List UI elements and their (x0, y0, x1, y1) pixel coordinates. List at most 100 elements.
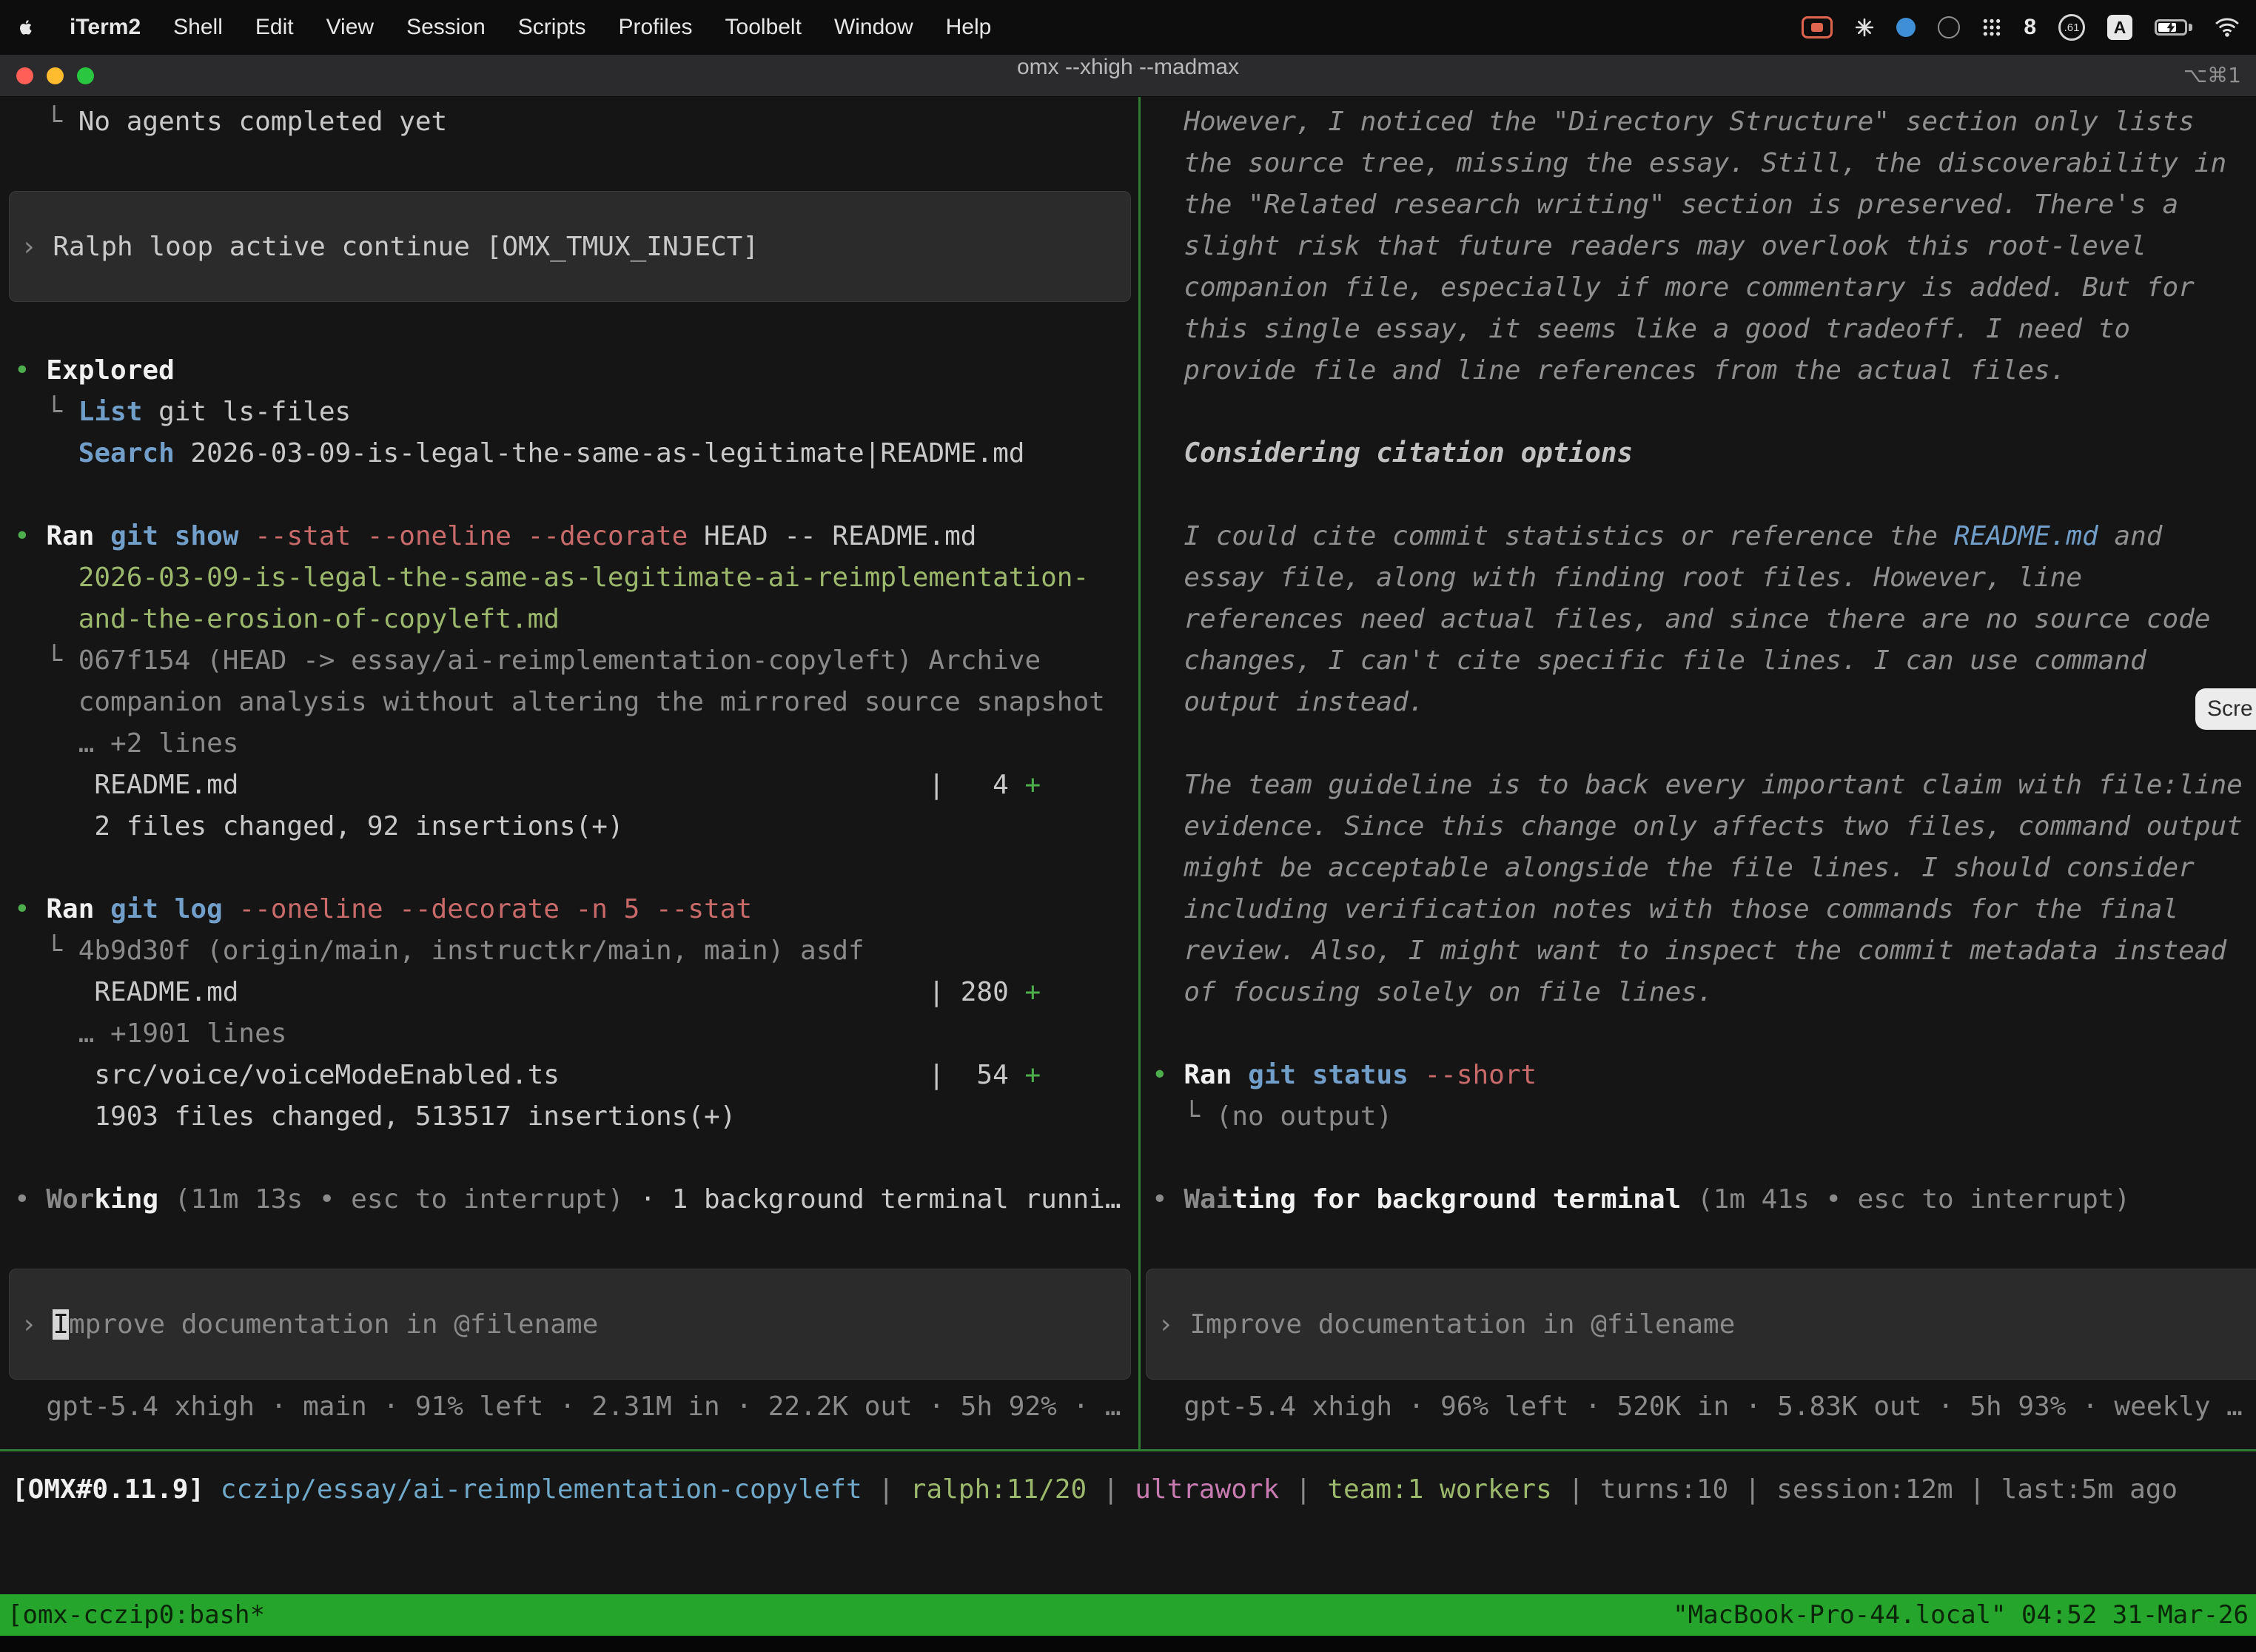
terminal-line: the source tree, missing the essay. Stil… (1152, 143, 2256, 184)
wifi-icon[interactable] (2215, 11, 2240, 44)
terminal-line: references need actual files, and since … (1152, 599, 2256, 640)
terminal-line: • Ran git status --short (1152, 1055, 2256, 1096)
terminal-line: • Ran git show --stat --oneline --decora… (14, 516, 1138, 557)
terminal-line: • Ran git log --oneline --decorate -n 5 … (14, 889, 1138, 930)
traffic-lights (16, 67, 94, 84)
terminal-line: src/voice/voiceModeEnabled.ts | 54 + (14, 1055, 1138, 1096)
terminal-line: changes, I can't cite specific file line… (1152, 640, 2256, 682)
terminal-line: output instead. (1152, 682, 2256, 723)
menu-edit[interactable]: Edit (255, 15, 294, 40)
terminal-line: evidence. Since this change only affects… (1152, 806, 2256, 847)
blank-line (1152, 1138, 2256, 1179)
terminal-line: └ (no output) (1152, 1096, 2256, 1138)
input-source-icon[interactable]: A (2107, 15, 2132, 40)
blank-line (14, 309, 1138, 350)
menu-view[interactable]: View (326, 15, 374, 40)
blank-line (14, 847, 1138, 889)
blank-line (14, 1138, 1138, 1179)
tmux-host-clock: "MacBook-Pro-44.local" 04:52 31-Mar-26 (1673, 1600, 2249, 1630)
dark-app-icon[interactable] (1938, 16, 1960, 38)
inject-banner: › Ralph loop active continue [OMX_TMUX_I… (9, 191, 1131, 302)
terminal-line: 1903 files changed, 513517 insertions(+) (14, 1096, 1138, 1138)
close-button[interactable] (16, 67, 33, 84)
gauge-icon[interactable]: .61 (2058, 14, 2085, 41)
pane-divider-vertical[interactable] (1138, 97, 1141, 1449)
screen-bottom-strip (0, 1636, 2256, 1652)
menubar-status-icons: 8 .61 A (1802, 11, 2240, 44)
apple-menu-icon[interactable] (16, 16, 37, 38)
menu-toolbelt[interactable]: Toolbelt (725, 15, 802, 40)
window-titlebar[interactable]: omx --xhigh --madmax ⌥⌘1 (0, 55, 2256, 97)
terminal-line: the "Related research writing" section i… (1152, 184, 2256, 226)
terminal-line: I could cite commit statistics or refere… (1152, 516, 2256, 557)
thinking-heading: Considering citation options (1152, 433, 2256, 474)
password-manager-icon[interactable]: 8 (2024, 11, 2036, 44)
asterisk-icon[interactable] (1855, 11, 1874, 44)
terminal-line: provide file and line references from th… (1152, 350, 2256, 392)
menu-session[interactable]: Session (406, 15, 486, 40)
terminal-line: The team guideline is to back every impo… (1152, 765, 2256, 806)
terminal-line: 2026-03-09-is-legal-the-same-as-legitima… (14, 557, 1138, 599)
blank-line (1152, 392, 2256, 433)
menu-shell[interactable]: Shell (173, 15, 223, 40)
terminal-line: companion file, especially if more comme… (1152, 267, 2256, 309)
menu-item-list: iTerm2 Shell Edit View Session Scripts Profile… (70, 15, 991, 40)
blank-line (1152, 723, 2256, 765)
blank-line (1152, 474, 2256, 516)
terminal-window: └ No agents completed yet › Ralph loop ac… (0, 97, 2256, 1594)
macos-menubar: iTerm2 Shell Edit View Session Scripts Profile… (0, 0, 2256, 55)
terminal-line: README.md | 4 + (14, 765, 1138, 806)
menu-window[interactable]: Window (834, 15, 913, 40)
terminal-line: essay file, along with finding root file… (1152, 557, 2256, 599)
window-shortcut-hint: ⌥⌘1 (2183, 55, 2241, 96)
terminal-line: … +2 lines (14, 723, 1138, 765)
tmux-status-bar: [omx-cczip0:bash* "MacBook-Pro-44.local"… (0, 1594, 2256, 1636)
prompt-input-right[interactable]: › Improve documentation in @filename (1146, 1269, 2256, 1380)
window-title: omx --xhigh --madmax (0, 55, 2256, 80)
terminal-line: └ No agents completed yet (14, 101, 1138, 143)
right-agent-pane[interactable]: However, I noticed the "Directory Struct… (1141, 97, 2256, 1449)
terminal-line: including verification notes with those … (1152, 889, 2256, 930)
waiting-status: • Waiting for background terminal (1m 41… (1152, 1179, 2256, 1220)
tmux-session-label: [omx-cczip0:bash* (7, 1600, 265, 1630)
pane-divider-horizontal (0, 1449, 2256, 1451)
terminal-line: Search 2026-03-09-is-legal-the-same-as-l… (14, 433, 1138, 474)
terminal-line: README.md | 280 + (14, 972, 1138, 1013)
menu-iterm2[interactable]: iTerm2 (70, 15, 141, 40)
prompt-input-left[interactable]: › Improve documentation in @filename (9, 1269, 1131, 1380)
session-stats-left: gpt-5.4 xhigh · main · 91% left · 2.31M … (14, 1386, 1138, 1428)
terminal-line: review. Also, I might want to inspect th… (1152, 930, 2256, 972)
terminal-line: companion analysis without altering the … (14, 682, 1138, 723)
blue-app-icon[interactable] (1896, 18, 1916, 37)
session-stats-right: gpt-5.4 xhigh · 96% left · 520K in · 5.8… (1152, 1386, 2256, 1428)
terminal-line: 2 files changed, 92 insertions(+) (14, 806, 1138, 847)
screen-share-overlay-tab[interactable]: Scre (2195, 688, 2256, 730)
blank-line (1152, 1013, 2256, 1055)
blank-line (14, 474, 1138, 516)
terminal-line: this single essay, it seems like a good … (1152, 309, 2256, 350)
terminal-line: might be acceptable alongside the file l… (1152, 847, 2256, 889)
zoom-button[interactable] (77, 67, 94, 84)
working-status: • Working (11m 13s • esc to interrupt) ·… (14, 1179, 1138, 1220)
terminal-line: • Explored (14, 350, 1138, 392)
battery-icon[interactable] (2155, 11, 2192, 44)
menubar-menus: iTerm2 Shell Edit View Session Scripts Profile… (16, 15, 991, 40)
terminal-line: of focusing solely on file lines. (1152, 972, 2256, 1013)
blank-line (14, 143, 1138, 184)
terminal-line: └ 4b9d30f (origin/main, instructkr/main,… (14, 930, 1138, 972)
minimize-button[interactable] (47, 67, 64, 84)
left-agent-pane[interactable]: └ No agents completed yet › Ralph loop ac… (0, 97, 1138, 1449)
terminal-line: └ 067f154 (HEAD -> essay/ai-reimplementa… (14, 640, 1138, 682)
terminal-line: └ List git ls-files (14, 392, 1138, 433)
omx-status-bar: [OMX#0.11.9] cczip/essay/ai-reimplementa… (12, 1469, 2178, 1511)
terminal-line: slight risk that future readers may over… (1152, 226, 2256, 267)
screen-recording-icon[interactable] (1802, 16, 1833, 38)
terminal-line: and-the-erosion-of-copyleft.md (14, 599, 1138, 640)
terminal-line: However, I noticed the "Directory Struct… (1152, 101, 2256, 143)
menu-profiles[interactable]: Profiles (618, 15, 692, 40)
menu-help[interactable]: Help (946, 15, 992, 40)
grid-dots-icon[interactable] (1982, 11, 2001, 44)
blank-line (1152, 1220, 2256, 1262)
menu-scripts[interactable]: Scripts (518, 15, 586, 40)
blank-line (14, 1220, 1138, 1262)
